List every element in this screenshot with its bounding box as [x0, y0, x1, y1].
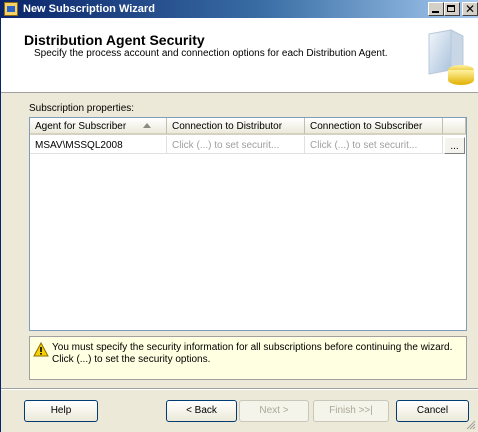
resize-grip-icon[interactable]	[464, 418, 476, 430]
help-button[interactable]: Help	[24, 400, 98, 422]
page-title: Distribution Agent Security	[24, 32, 205, 48]
warning-text: You must specify the security informatio…	[52, 342, 453, 365]
finish-button[interactable]: Finish >>|	[313, 400, 389, 422]
table-row[interactable]: MSAV\MSSQL2008 Click (...) to set securi…	[30, 136, 466, 154]
wizard-window: New Subscription Wizard ✕ Distribution A…	[0, 0, 478, 432]
next-button[interactable]: Next >	[239, 400, 309, 422]
column-header-agent[interactable]: Agent for Subscriber	[30, 118, 167, 135]
wizard-header: Distribution Agent Security Specify the …	[1, 18, 478, 93]
warning-icon	[33, 342, 49, 357]
column-header-browse	[443, 118, 466, 135]
close-button[interactable]: ✕	[462, 2, 478, 16]
page-description: Specify the process account and connecti…	[34, 48, 388, 59]
warning-message: You must specify the security informatio…	[29, 336, 467, 380]
subscription-grid[interactable]: Agent for Subscriber Connection to Distr…	[29, 117, 467, 331]
window-title: New Subscription Wizard	[23, 3, 155, 15]
minimize-button[interactable]	[428, 2, 444, 16]
maximize-button[interactable]	[444, 2, 460, 16]
column-header-label: Agent for Subscriber	[35, 121, 127, 132]
column-header-label: Connection to Subscriber	[310, 121, 423, 132]
browse-security-button[interactable]: ...	[444, 137, 465, 154]
app-icon	[4, 2, 18, 16]
distributor-connection-cell[interactable]: Click (...) to set securit...	[167, 136, 305, 154]
column-header-label: Connection to Distributor	[172, 121, 283, 132]
subscription-properties-label: Subscription properties:	[29, 103, 135, 114]
sort-ascending-icon	[143, 123, 151, 128]
subscriber-connection-cell[interactable]: Click (...) to set securit...	[305, 136, 443, 154]
grid-header: Agent for Subscriber Connection to Distr…	[30, 118, 466, 136]
column-header-distributor[interactable]: Connection to Distributor	[167, 118, 305, 135]
header-graphic-icon	[428, 29, 474, 85]
agent-cell[interactable]: MSAV\MSSQL2008	[30, 136, 167, 154]
button-separator	[1, 388, 478, 390]
back-button[interactable]: < Back	[166, 400, 237, 422]
title-bar[interactable]: New Subscription Wizard ✕	[1, 0, 478, 18]
cancel-button[interactable]: Cancel	[396, 400, 469, 422]
column-header-subscriber[interactable]: Connection to Subscriber	[305, 118, 443, 135]
